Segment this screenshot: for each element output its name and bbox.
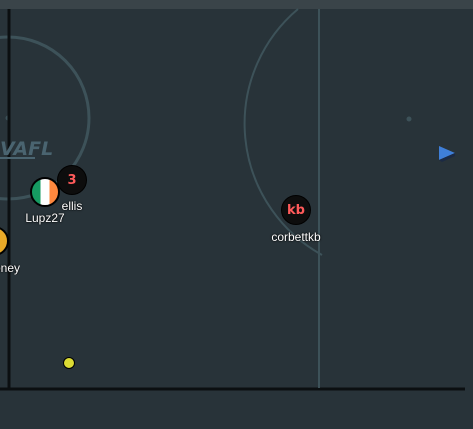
player-disc-corbettkb[interactable]: kb bbox=[281, 195, 311, 225]
penalty-spot bbox=[406, 116, 412, 122]
field-logo: VAFL bbox=[0, 138, 53, 160]
player-nick-corbettkb: corbettkb bbox=[271, 230, 321, 244]
game-canvas[interactable]: VAFL 3 ellis Lupz27 looney kb corbettkb bbox=[0, 0, 473, 429]
player-disc-ellis[interactable]: 3 bbox=[57, 165, 87, 195]
player-nick-ellis: ellis bbox=[61, 199, 83, 213]
player-avatar-corbettkb: kb bbox=[287, 202, 305, 218]
ball bbox=[63, 357, 75, 369]
player-nick-looney: looney bbox=[0, 261, 20, 275]
triangle-pointer-icon bbox=[439, 146, 455, 162]
player-nick-lupz27: Lupz27 bbox=[25, 211, 65, 225]
player-avatar-ellis: 3 bbox=[67, 172, 77, 188]
player-disc-lupz27[interactable] bbox=[30, 177, 60, 207]
